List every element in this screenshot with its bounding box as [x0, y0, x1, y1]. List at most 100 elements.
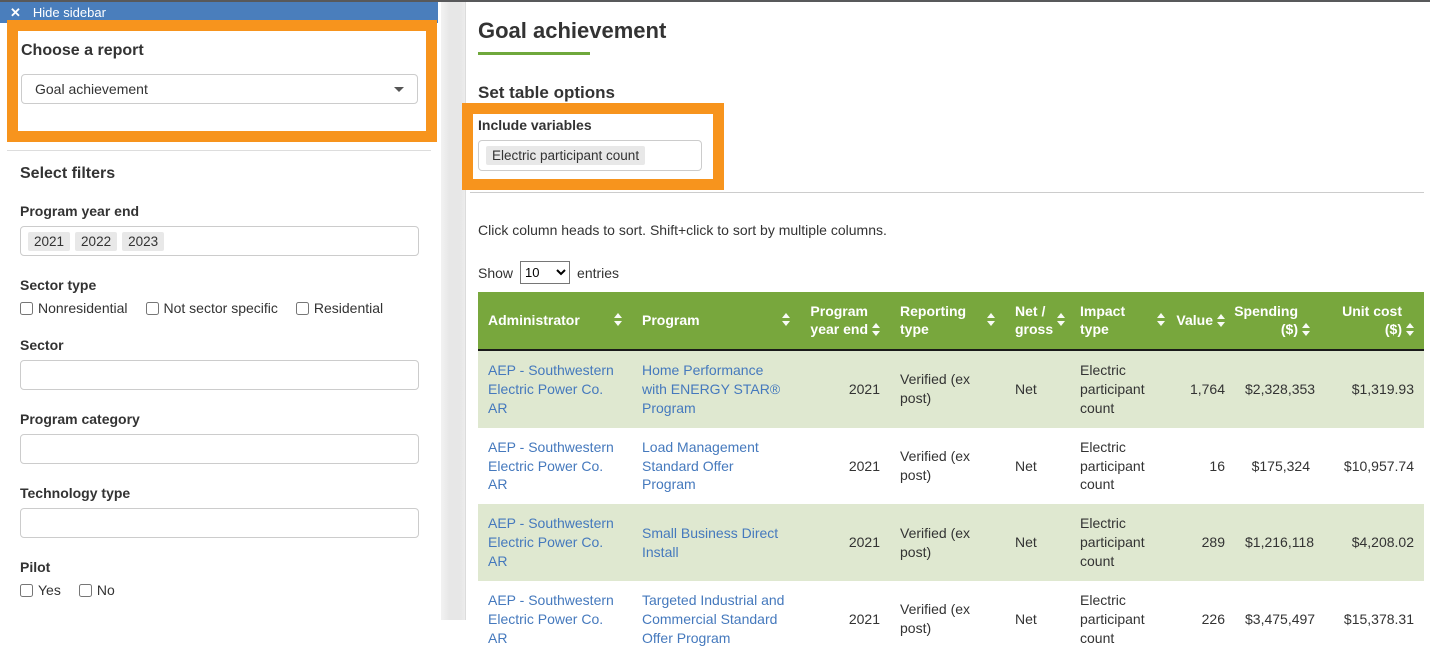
checkbox[interactable]: [296, 302, 309, 315]
filter-label: Sector: [20, 337, 419, 353]
unit-cost-cell: $1,319.93: [1320, 350, 1424, 428]
sort-icon: [872, 323, 880, 338]
column-header-impact-type[interactable]: Impact type: [1070, 292, 1175, 350]
sort-icon: [1217, 314, 1225, 329]
administrator-link[interactable]: AEP - Southwestern Electric Power Co. AR: [488, 515, 614, 569]
column-label: Unit cost ($): [1330, 303, 1402, 338]
impact-type-cell: Electric participant count: [1070, 350, 1175, 428]
table-row: AEP - Southwestern Electric Power Co. AR…: [478, 428, 1424, 505]
table-row: AEP - Southwestern Electric Power Co. AR…: [478, 350, 1424, 428]
column-header-value[interactable]: Value: [1175, 292, 1235, 350]
unit-cost-cell: $4,208.02: [1320, 504, 1424, 581]
column-label: Program: [642, 312, 700, 330]
report-table: Administrator Program Program year end R…: [478, 292, 1424, 658]
program-link[interactable]: Targeted Industrial and Commercial Stand…: [642, 592, 784, 646]
table-row: AEP - Southwestern Electric Power Co. AR…: [478, 504, 1424, 581]
checkbox-label: Yes: [38, 582, 61, 598]
program-link[interactable]: Load Management Standard Offer Program: [642, 439, 759, 493]
show-entries-control: Show 10 entries: [478, 261, 619, 284]
column-label: Value: [1176, 312, 1213, 330]
filters-panel: Select filters Program year end 2021 202…: [20, 165, 419, 619]
spending-cell: $175,324: [1235, 428, 1320, 505]
column-header-administrator[interactable]: Administrator: [478, 292, 632, 350]
filter-program-year-end: Program year end 2021 2022 2023: [20, 203, 419, 256]
reporting-type-cell: Verified (ex post): [890, 581, 1005, 658]
checkbox-yes[interactable]: Yes: [20, 582, 61, 598]
net-gross-cell: Net: [1005, 581, 1070, 658]
sort-icon: [614, 313, 622, 328]
sort-icon: [1057, 313, 1065, 328]
column-label: Impact type: [1080, 303, 1153, 338]
filter-label: Program category: [20, 411, 419, 427]
column-label: Program year end: [810, 303, 868, 338]
spending-cell: $1,216,118: [1235, 504, 1320, 581]
value-cell: 289: [1175, 504, 1235, 581]
close-icon: ✕: [10, 5, 21, 21]
column-label: Spending ($): [1234, 303, 1298, 338]
administrator-link[interactable]: AEP - Southwestern Electric Power Co. AR: [488, 592, 614, 646]
checkbox-residential[interactable]: Residential: [296, 300, 383, 316]
reporting-type-cell: Verified (ex post): [890, 428, 1005, 505]
set-table-options-heading: Set table options: [478, 83, 615, 103]
select-filters-heading: Select filters: [20, 165, 419, 183]
sector-input[interactable]: [20, 360, 419, 390]
sort-icon: [1157, 313, 1165, 328]
filter-sector-type: Sector type Nonresidential Not sector sp…: [20, 277, 419, 316]
sort-icon: [782, 313, 790, 328]
column-header-net-gross[interactable]: Net / gross: [1005, 292, 1070, 350]
filter-label: Technology type: [20, 485, 419, 501]
column-header-program[interactable]: Program: [632, 292, 800, 350]
checkbox[interactable]: [146, 302, 159, 315]
sidebar-scrollbar[interactable]: [441, 2, 466, 620]
net-gross-cell: Net: [1005, 504, 1070, 581]
filter-technology-type: Technology type: [20, 485, 419, 538]
technology-type-input[interactable]: [20, 508, 419, 538]
main-divider: [470, 192, 1424, 193]
value-cell: 1,764: [1175, 350, 1235, 428]
show-label: Show: [478, 265, 513, 281]
choose-report-heading: Choose a report: [21, 42, 424, 60]
checkbox-not-sector-specific[interactable]: Not sector specific: [146, 300, 278, 316]
program-year-end-cell: 2021: [800, 504, 890, 581]
administrator-link[interactable]: AEP - Southwestern Electric Power Co. AR: [488, 362, 614, 416]
column-label: Reporting type: [900, 303, 983, 338]
entries-select[interactable]: 10: [520, 261, 570, 284]
entries-label: entries: [577, 265, 619, 281]
year-tag[interactable]: 2022: [75, 232, 117, 251]
hide-sidebar-label: Hide sidebar: [33, 5, 106, 20]
administrator-link[interactable]: AEP - Southwestern Electric Power Co. AR: [488, 439, 614, 493]
variable-tag[interactable]: Electric participant count: [486, 146, 645, 165]
column-header-unit-cost[interactable]: Unit cost ($): [1320, 292, 1424, 350]
checkbox[interactable]: [20, 584, 33, 597]
program-year-end-cell: 2021: [800, 581, 890, 658]
value-cell: 16: [1175, 428, 1235, 505]
chevron-down-icon: [394, 87, 404, 92]
program-link[interactable]: Home Performance with ENERGY STAR® Progr…: [642, 362, 780, 416]
checkbox-nonresidential[interactable]: Nonresidential: [20, 300, 128, 316]
checkbox-no[interactable]: No: [79, 582, 115, 598]
filter-label: Program year end: [20, 203, 419, 219]
sort-hint-text: Click column heads to sort. Shift+click …: [478, 222, 887, 238]
column-header-spending[interactable]: Spending ($): [1235, 292, 1320, 350]
value-cell: 226: [1175, 581, 1235, 658]
column-header-program-year-end[interactable]: Program year end: [800, 292, 890, 350]
year-tag[interactable]: 2021: [28, 232, 70, 251]
program-year-end-input[interactable]: 2021 2022 2023: [20, 226, 419, 256]
highlight-box-choose-report: Choose a report Goal achievement: [7, 20, 437, 142]
impact-type-cell: Electric participant count: [1070, 581, 1175, 658]
checkbox-label: Residential: [314, 300, 383, 316]
filter-label: Pilot: [20, 559, 419, 575]
checkbox[interactable]: [79, 584, 92, 597]
column-label: Net / gross: [1015, 303, 1053, 338]
checkbox[interactable]: [20, 302, 33, 315]
spending-cell: $2,328,353: [1235, 350, 1320, 428]
program-category-input[interactable]: [20, 434, 419, 464]
column-header-reporting-type[interactable]: Reporting type: [890, 292, 1005, 350]
program-link[interactable]: Small Business Direct Install: [642, 525, 778, 560]
include-variables-input[interactable]: Electric participant count: [478, 140, 702, 171]
include-variables-label: Include variables: [478, 117, 713, 133]
unit-cost-cell: $15,378.31: [1320, 581, 1424, 658]
year-tag[interactable]: 2023: [122, 232, 164, 251]
report-select[interactable]: Goal achievement: [21, 74, 418, 104]
checkbox-label: Not sector specific: [164, 300, 278, 316]
